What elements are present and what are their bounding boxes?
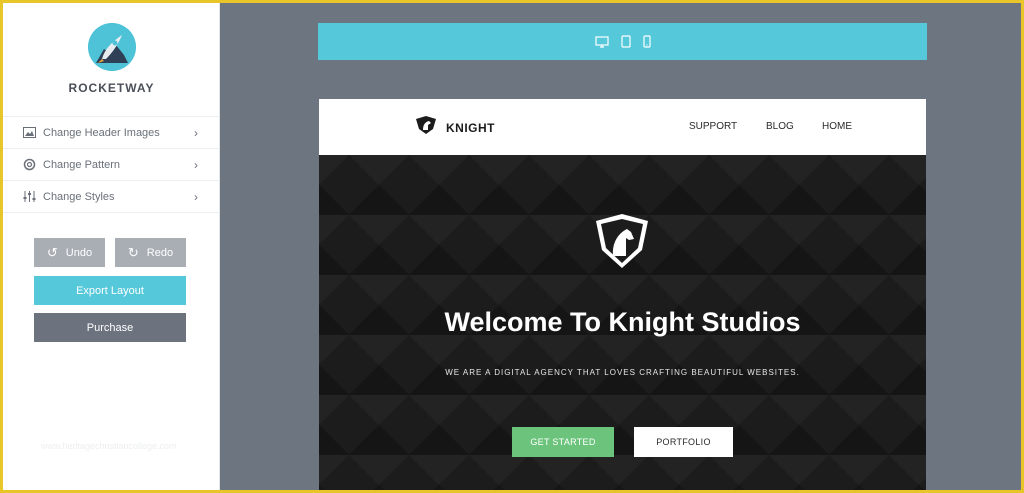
gear-icon: [21, 157, 37, 173]
sliders-icon: [21, 189, 37, 205]
menu-item-label: Change Header Images: [43, 126, 160, 139]
redo-icon: ↻: [127, 244, 139, 260]
undo-icon: ↺: [46, 244, 58, 260]
brand-logo: ROCKETWAY: [3, 23, 220, 95]
watermark-text: www.heritagechristiancollege.com: [41, 441, 177, 451]
menu-item-label: Change Styles: [43, 190, 115, 203]
hero-title: Welcome To Knight Studios: [444, 307, 801, 337]
get-started-button[interactable]: GET STARTED: [512, 427, 614, 457]
menu-item-header-images[interactable]: Change Header Images ›: [3, 117, 220, 149]
menu-item-styles[interactable]: Change Styles ›: [3, 181, 220, 213]
site-brand[interactable]: KNIGHT: [415, 115, 495, 140]
site-navbar: KNIGHT SUPPORT BLOG HOME: [319, 99, 926, 155]
portfolio-button[interactable]: PORTFOLIO: [634, 427, 733, 457]
image-icon: [21, 125, 37, 141]
tablet-icon[interactable]: [620, 35, 631, 48]
nav-link-support[interactable]: SUPPORT: [689, 121, 737, 132]
app-frame: ROCKETWAY Change Header Images › Change …: [3, 3, 1021, 490]
chevron-right-icon: ›: [194, 125, 198, 140]
nav-link-home[interactable]: HOME: [822, 121, 852, 132]
site-preview: KNIGHT SUPPORT BLOG HOME Welcome To Knig…: [319, 99, 926, 490]
hero-section: Welcome To Knight Studios WE ARE A DIGIT…: [319, 155, 926, 490]
menu-item-label: Change Pattern: [43, 158, 121, 171]
device-switcher: [318, 23, 927, 60]
phone-icon[interactable]: [642, 35, 651, 48]
knight-logo-icon: [415, 115, 437, 140]
rocket-logo-icon: [87, 23, 136, 71]
hero-subtitle: WE ARE A DIGITAL AGENCY THAT LOVES CRAFT…: [445, 368, 800, 377]
site-brand-name: KNIGHT: [446, 120, 495, 135]
redo-label: Redo: [146, 246, 174, 259]
nav-link-blog[interactable]: BLOG: [766, 121, 794, 132]
knight-shield-icon: [593, 212, 651, 275]
menu-item-pattern[interactable]: Change Pattern ›: [3, 149, 220, 181]
desktop-icon[interactable]: [594, 35, 609, 48]
undo-label: Undo: [65, 246, 93, 259]
brand-name: ROCKETWAY: [68, 81, 155, 95]
sidebar-menu: Change Header Images › Change Pattern › …: [3, 116, 220, 213]
export-layout-button[interactable]: Export Layout: [34, 276, 186, 305]
undo-button[interactable]: ↺ Undo: [34, 238, 105, 267]
redo-button[interactable]: ↻ Redo: [115, 238, 186, 267]
purchase-button[interactable]: Purchase: [34, 313, 186, 342]
chevron-right-icon: ›: [194, 157, 198, 172]
sidebar: ROCKETWAY Change Header Images › Change …: [3, 3, 220, 490]
chevron-right-icon: ›: [194, 189, 198, 204]
